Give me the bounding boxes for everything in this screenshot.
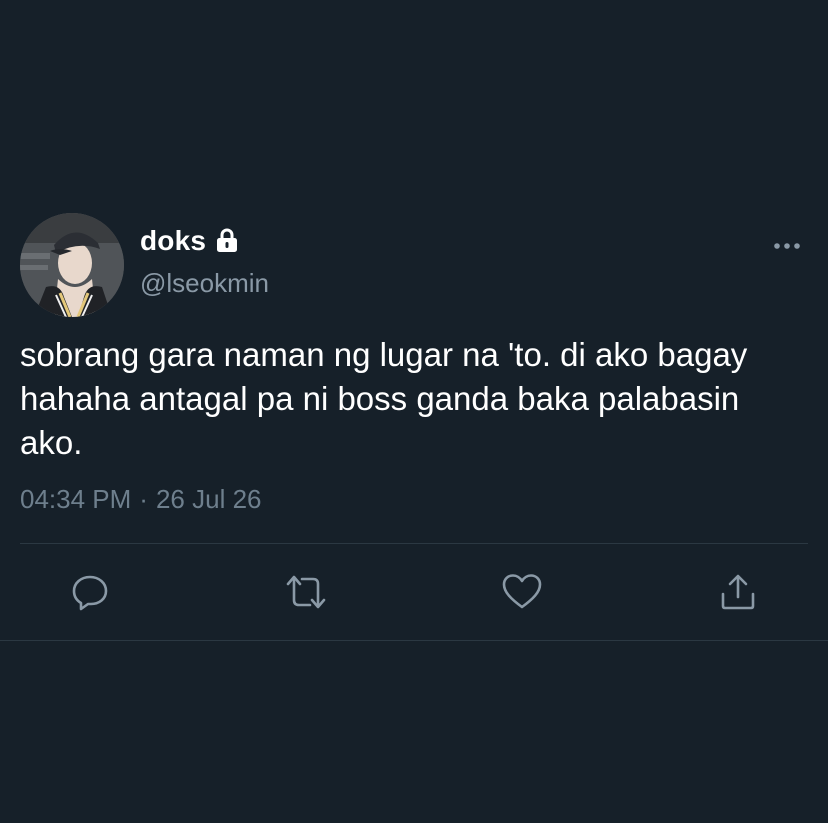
avatar[interactable] (20, 213, 124, 317)
share-icon (721, 574, 755, 610)
like-button[interactable] (500, 570, 544, 614)
reply-button[interactable] (68, 570, 112, 614)
avatar-photo (20, 213, 124, 317)
retweet-button[interactable] (284, 570, 328, 614)
author-handle[interactable]: @lseokmin (140, 268, 269, 299)
heart-icon (502, 574, 542, 609)
more-horizontal-icon[interactable] (773, 238, 801, 254)
tweet-text: sobrang gara naman ng lugar na 'to. di a… (20, 336, 748, 461)
action-bar (0, 570, 828, 616)
tweet-time: 04:34 PM (20, 484, 132, 514)
timestamp-separator: · (139, 484, 148, 514)
reply-icon (72, 575, 108, 611)
divider (0, 640, 828, 641)
share-button[interactable] (716, 570, 760, 614)
retweet-icon (286, 575, 326, 609)
display-name[interactable]: doks (140, 225, 206, 257)
lock-icon (214, 228, 240, 254)
tweet-detail: doks @lseokmin sobrang gara naman ng lug… (0, 0, 828, 823)
tweet-timestamp[interactable]: 04:34 PM · 26 Jul 26 (20, 484, 262, 515)
tweet-date: 26 Jul 26 (155, 484, 262, 514)
divider (20, 543, 808, 544)
author-name-row: doks (140, 223, 240, 259)
